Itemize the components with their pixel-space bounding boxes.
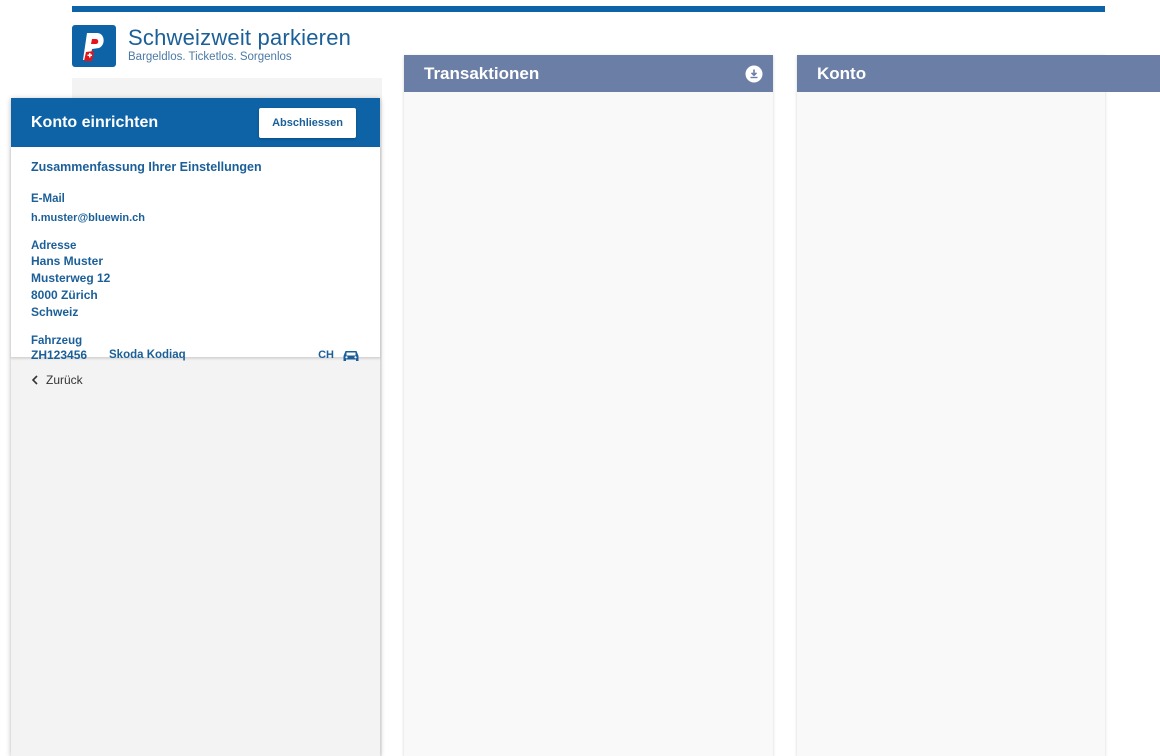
back-label: Zurück xyxy=(46,373,83,387)
transactions-panel: Transaktionen xyxy=(404,55,773,756)
brand-title: Schweizweit parkieren xyxy=(128,25,352,50)
email-label: E-Mail xyxy=(31,193,65,205)
transactions-header: Transaktionen xyxy=(404,55,773,92)
address-line-name: Hans Muster xyxy=(31,254,104,268)
summary-title: Zusammenfassung Ihrer Einstellungen xyxy=(31,160,262,174)
address-line-street: Musterweg 12 xyxy=(31,271,111,285)
brand-header: Schweizweit parkieren Bargeldlos. Ticket… xyxy=(72,25,351,67)
account-title: Konto xyxy=(817,63,867,83)
top-accent-bar xyxy=(72,6,1105,12)
address-line-country: Schweiz xyxy=(31,305,79,319)
address-line-city: 8000 Zürich xyxy=(31,288,98,302)
vehicle-label: Fahrzeug xyxy=(31,335,83,347)
vehicle-model: Skoda Kodiaq xyxy=(109,349,186,361)
account-panel: Konto xyxy=(797,55,1105,756)
finish-button[interactable]: Abschliessen xyxy=(259,107,356,138)
vehicle-row: ZH123456 Skoda Kodiaq CH xyxy=(31,348,360,363)
vehicle-plate: ZH123456 xyxy=(31,348,88,362)
brand-subtitle: Bargeldlos. Ticketlos. Sorgenlos xyxy=(128,51,292,63)
account-header-extension xyxy=(1105,55,1160,92)
download-icon[interactable] xyxy=(745,65,763,83)
address-label: Adresse xyxy=(31,240,77,252)
vehicle-country: CH xyxy=(318,349,334,361)
account-setup-panel: Konto einrichten Abschliessen Zusammenfa… xyxy=(11,98,380,756)
setup-header: Konto einrichten Abschliessen xyxy=(11,98,380,147)
account-header: Konto xyxy=(797,55,1105,92)
car-icon xyxy=(342,349,360,363)
setup-title: Konto einrichten xyxy=(31,113,159,131)
parking-p-logo-icon[interactable] xyxy=(72,25,116,67)
settings-summary-card: Zusammenfassung Ihrer Einstellungen E-Ma… xyxy=(11,147,380,362)
transactions-title: Transaktionen xyxy=(424,63,540,83)
back-link[interactable]: Zurück xyxy=(31,373,380,387)
chevron-left-icon xyxy=(31,375,38,385)
email-value: h.muster@bluewin.ch xyxy=(31,212,146,224)
